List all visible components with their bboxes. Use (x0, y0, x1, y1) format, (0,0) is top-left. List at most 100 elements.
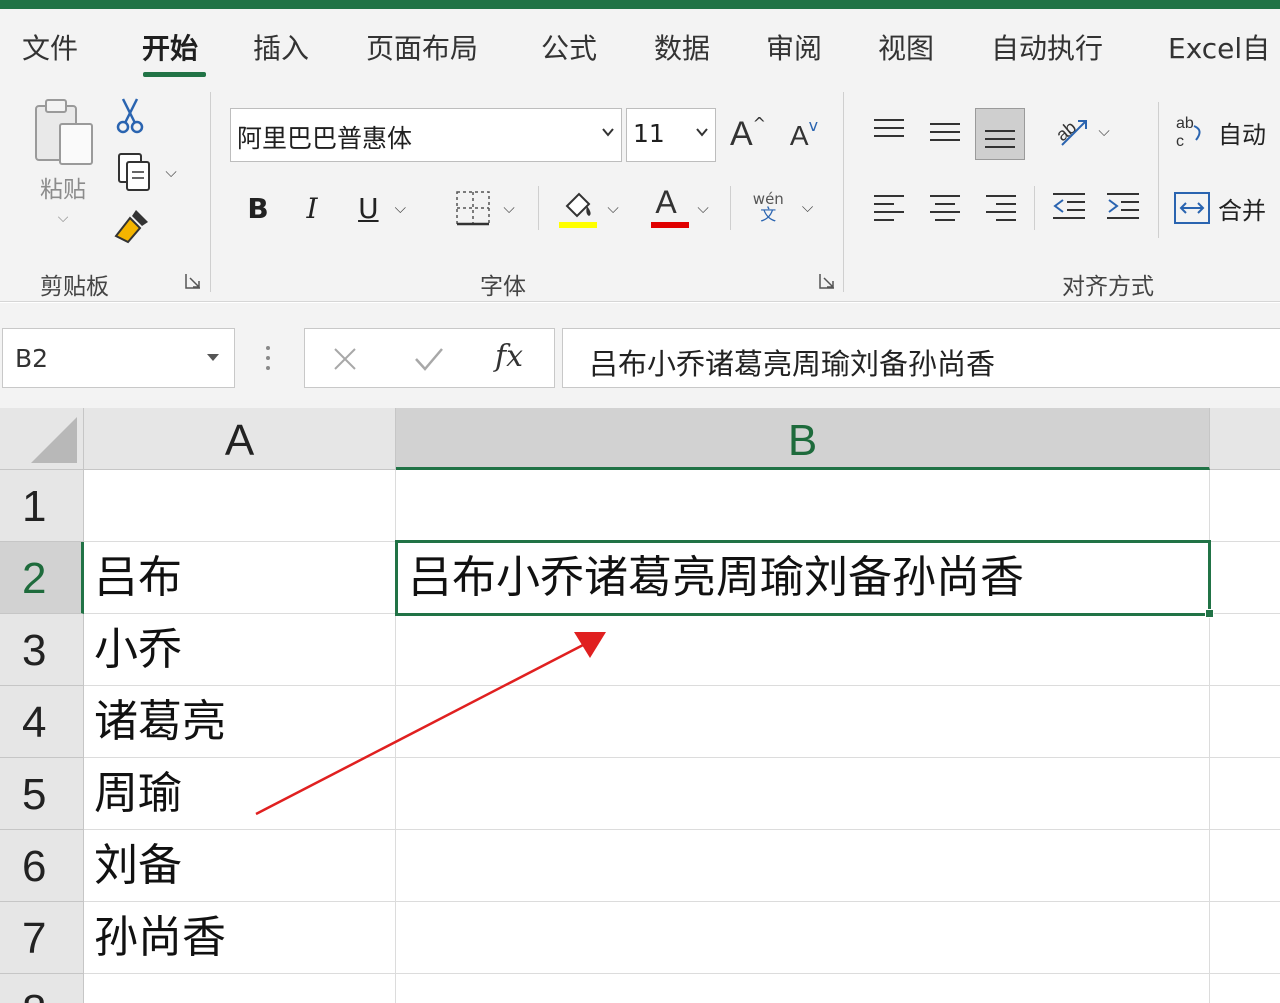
chevron-down-icon[interactable]: ⌵ (1098, 122, 1109, 140)
copy-button[interactable]: ⌵ (108, 152, 184, 192)
chevron-down-icon (207, 354, 219, 361)
tab-file[interactable]: 文件 (22, 27, 78, 67)
tab-home[interactable]: 开始 (142, 27, 198, 67)
font-size-dropdown[interactable]: 11 (626, 108, 716, 162)
font-color-button[interactable]: A ⌵ (640, 184, 716, 232)
font-color-letter: A (655, 184, 677, 220)
caret-up-icon: ^ (752, 113, 767, 133)
paste-icon (35, 99, 93, 165)
separator (1158, 102, 1159, 238)
wrap-text-icon: ab c (1176, 115, 1201, 150)
format-painter-icon (114, 210, 148, 244)
increase-font-size-button[interactable]: A ^ (726, 110, 770, 158)
copy-dropdown-icon[interactable]: ⌵ (165, 163, 176, 181)
italic-label: I (306, 191, 318, 225)
name-box[interactable]: B2 (2, 328, 235, 388)
bold-label: B (247, 191, 269, 225)
underline-button[interactable]: U ⌵ (346, 186, 418, 230)
align-bottom-button[interactable] (975, 108, 1025, 160)
shrink-font-label: A (789, 120, 809, 151)
vertical-dots-icon[interactable] (264, 343, 272, 373)
font-color-icon: A (647, 184, 690, 230)
formula-bar: B2 fx 吕布小乔诸葛亮周瑜刘备孙尚香 (0, 303, 1280, 408)
chevron-down-icon[interactable]: ⌵ (607, 199, 618, 217)
align-left-button[interactable] (866, 184, 912, 230)
increase-indent-button[interactable] (1100, 184, 1146, 230)
tab-review[interactable]: 审阅 (766, 27, 822, 67)
worksheet-grid: A B 1 2 3 4 5 6 7 8 吕布 小乔 诸葛亮 周瑜 刘备 孙尚香 … (0, 408, 1280, 1003)
merge-center-label: 合并 (1218, 196, 1266, 225)
border-icon (456, 191, 491, 226)
align-top-button[interactable] (866, 108, 912, 154)
separator (730, 186, 731, 230)
font-name-dropdown[interactable]: 阿里巴巴普惠体 (230, 108, 622, 162)
align-top-icon (874, 119, 904, 137)
chevron-down-icon[interactable]: ⌵ (395, 199, 406, 217)
decrease-font-size-button[interactable]: A v (784, 114, 824, 158)
fill-color-swatch (559, 222, 598, 228)
paste-dropdown-icon[interactable]: ⌵ (58, 210, 69, 226)
active-tab-indicator (143, 72, 206, 77)
tab-formulas[interactable]: 公式 (541, 27, 597, 67)
phonetic-guide-button[interactable]: wén 文 ⌵ (744, 182, 822, 232)
text-orientation-icon: ab (1052, 117, 1088, 146)
decrease-indent-icon (1053, 193, 1085, 219)
font-group-label: 字体 (480, 274, 526, 300)
ribbon-home: 粘贴 ⌵ ⌵ 剪贴板 阿里巴巴普惠体 11 A ^ A v B I U ⌵ ⌵ … (0, 82, 1280, 302)
chevron-down-icon[interactable]: ⌵ (802, 198, 813, 216)
clipboard-launcher-icon[interactable] (184, 272, 202, 290)
svg-text:ab: ab (1176, 115, 1194, 132)
tab-data[interactable]: 数据 (654, 27, 710, 67)
fill-color-button[interactable]: ⌵ (550, 184, 626, 232)
grow-font-label: A (729, 114, 753, 153)
format-painter-button[interactable] (110, 204, 154, 248)
align-bottom-icon (985, 130, 1015, 148)
insert-function-icon[interactable]: fx (495, 339, 523, 374)
wrap-text-label: 自动 (1218, 120, 1266, 149)
align-right-icon (986, 195, 1016, 221)
chevron-down-icon (696, 128, 708, 137)
separator (843, 92, 844, 292)
orientation-button[interactable]: ab ⌵ (1046, 108, 1116, 154)
scissors-icon (116, 98, 144, 134)
annotation-arrow-icon (255, 632, 606, 816)
borders-button[interactable]: ⌵ (446, 186, 522, 230)
merge-center-button[interactable]: 合并 (1172, 184, 1280, 232)
enter-check-icon[interactable] (413, 345, 445, 373)
wrap-text-button[interactable]: ab c 自动 (1172, 108, 1280, 156)
separator (210, 92, 211, 292)
chevron-down-icon[interactable]: ⌵ (503, 199, 514, 217)
font-name-value: 阿里巴巴普惠体 (237, 124, 413, 153)
align-middle-button[interactable] (922, 108, 968, 154)
merge-cells-icon (1174, 192, 1210, 224)
phonetic-bottom-label: 文 (760, 204, 777, 224)
align-center-button[interactable] (922, 184, 968, 230)
tab-automate[interactable]: 自动执行 (991, 27, 1103, 67)
tab-page-layout[interactable]: 页面布局 (366, 27, 478, 67)
name-box-value: B2 (15, 344, 49, 373)
formula-value: 吕布小乔诸葛亮周瑜刘备孙尚香 (589, 347, 996, 381)
alignment-group-label: 对齐方式 (1062, 274, 1154, 300)
tab-insert[interactable]: 插入 (253, 27, 309, 67)
paste-button[interactable]: 粘贴 ⌵ (28, 96, 98, 226)
formula-input[interactable]: 吕布小乔诸葛亮周瑜刘备孙尚香 (562, 328, 1280, 388)
font-size-value: 11 (633, 119, 665, 148)
font-launcher-icon[interactable] (818, 272, 836, 290)
cut-button[interactable] (112, 96, 148, 136)
align-left-icon (874, 195, 904, 221)
svg-text:c: c (1176, 133, 1184, 150)
align-right-button[interactable] (978, 184, 1024, 230)
paint-bucket-icon (559, 192, 598, 228)
font-color-swatch (651, 222, 690, 228)
tab-view[interactable]: 视图 (878, 27, 934, 67)
increase-indent-icon (1107, 193, 1139, 219)
tab-excel-more[interactable]: Excel自 (1168, 27, 1270, 67)
chevron-down-icon[interactable]: ⌵ (697, 199, 708, 217)
align-center-icon (930, 195, 960, 221)
clipboard-group-label: 剪贴板 (40, 274, 109, 300)
align-middle-icon (930, 123, 960, 141)
italic-button[interactable]: I (294, 186, 330, 230)
cancel-icon[interactable] (331, 345, 359, 373)
decrease-indent-button[interactable] (1046, 184, 1092, 230)
bold-button[interactable]: B (240, 186, 276, 230)
